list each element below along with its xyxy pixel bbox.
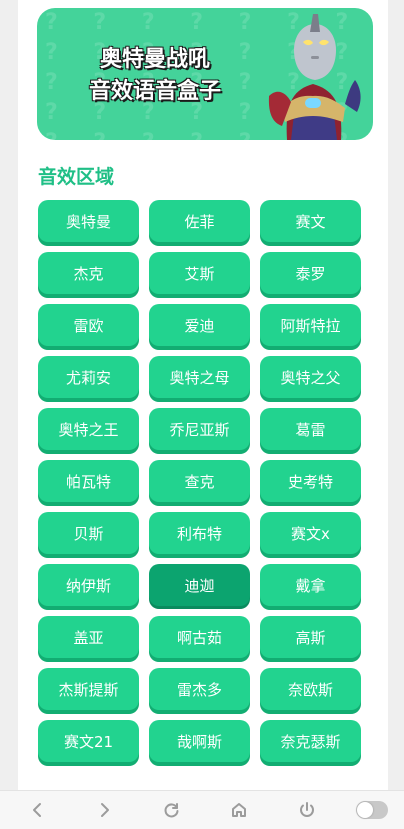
sound-button[interactable]: 奈克瑟斯 (260, 720, 361, 762)
sound-button[interactable]: 奥特之父 (260, 356, 361, 398)
refresh-icon[interactable] (158, 797, 186, 823)
page: ? ? ? ? ? ? ? ? ? ? ? ? ? ? ? ? ? ? ? ? … (18, 0, 388, 790)
banner-title-line2: 音效语音盒子 (88, 79, 221, 104)
section-title: 音效区域 (38, 166, 115, 188)
sound-button[interactable]: 雷欧 (38, 304, 139, 346)
browser-bottom-bar (0, 790, 404, 829)
sound-button[interactable]: 奥特之母 (149, 356, 250, 398)
sound-button[interactable]: 赛文21 (38, 720, 139, 762)
sound-button[interactable]: 贝斯 (38, 512, 139, 554)
toggle-switch[interactable] (356, 801, 388, 819)
sound-button[interactable]: 阿斯特拉 (260, 304, 361, 346)
forward-icon[interactable] (90, 797, 118, 823)
sound-button[interactable]: 啊古茹 (149, 616, 250, 658)
sound-button[interactable]: 哉啊斯 (149, 720, 250, 762)
sound-button[interactable]: 利布特 (149, 512, 250, 554)
home-icon[interactable] (225, 797, 253, 823)
sound-button[interactable]: 雷杰多 (149, 668, 250, 710)
sound-button[interactable]: 纳伊斯 (38, 564, 139, 606)
banner-title-line1: 奥特曼战吼 (99, 47, 210, 72)
sound-button[interactable]: 奥特曼 (38, 200, 139, 242)
sound-button[interactable]: 高斯 (260, 616, 361, 658)
sound-button[interactable]: 杰克 (38, 252, 139, 294)
sound-button[interactable]: 奥特之王 (38, 408, 139, 450)
sound-button[interactable]: 尤莉安 (38, 356, 139, 398)
hero-figure (268, 14, 361, 140)
power-icon[interactable] (293, 797, 321, 823)
toggle-knob (357, 802, 373, 818)
sound-button[interactable]: 帕瓦特 (38, 460, 139, 502)
back-icon[interactable] (24, 797, 52, 823)
sound-button[interactable]: 赛文x (260, 512, 361, 554)
banner: ? ? ? ? ? ? ? ? ? ? ? ? ? ? ? ? ? ? ? ? … (37, 8, 373, 140)
sound-button[interactable]: 查克 (149, 460, 250, 502)
sound-button[interactable]: 盖亚 (38, 616, 139, 658)
sound-button[interactable]: 泰罗 (260, 252, 361, 294)
sound-button[interactable]: 杰斯提斯 (38, 668, 139, 710)
sound-button[interactable]: 奈欧斯 (260, 668, 361, 710)
sound-button[interactable]: 葛雷 (260, 408, 361, 450)
sound-button[interactable]: 迪迦 (149, 564, 250, 606)
sound-button[interactable]: 佐菲 (149, 200, 250, 242)
sound-button[interactable]: 史考特 (260, 460, 361, 502)
sound-button[interactable]: 爱迪 (149, 304, 250, 346)
banner-title: 奥特曼战吼 音效语音盒子 (65, 44, 245, 108)
sound-button[interactable]: 戴拿 (260, 564, 361, 606)
sound-button[interactable]: 艾斯 (149, 252, 250, 294)
sound-button[interactable]: 赛文 (260, 200, 361, 242)
sound-button[interactable]: 乔尼亚斯 (149, 408, 250, 450)
